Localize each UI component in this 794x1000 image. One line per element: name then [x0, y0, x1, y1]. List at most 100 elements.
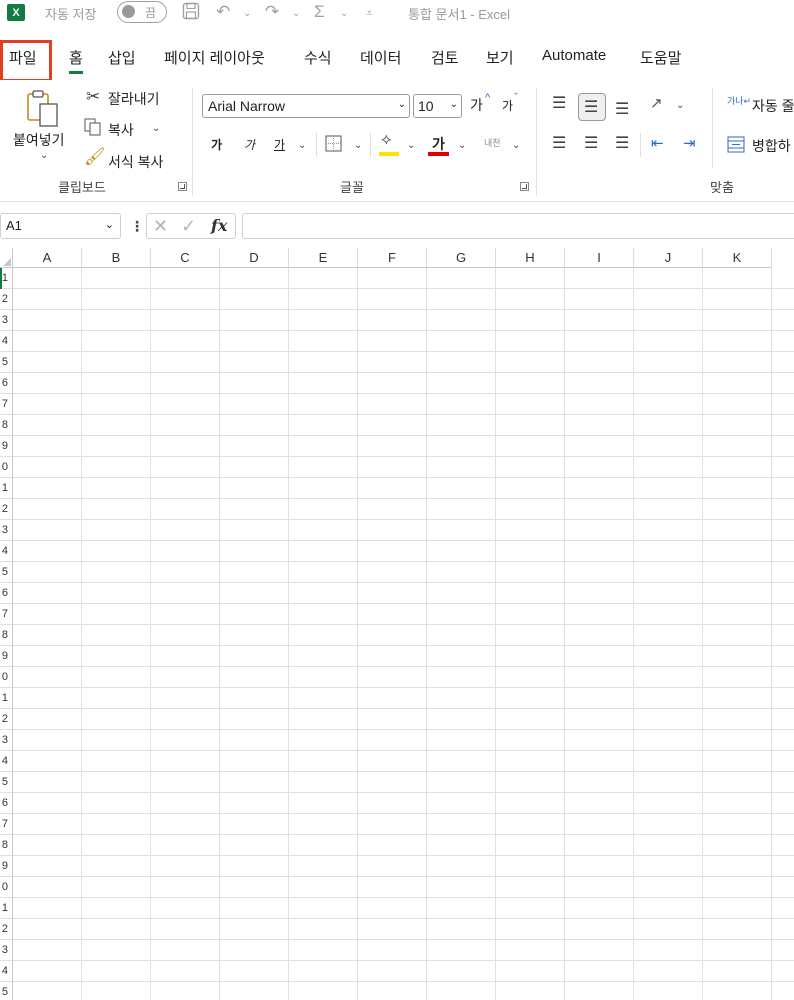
autosum-icon[interactable]: Σ	[314, 2, 325, 22]
tab-data[interactable]: 데이터	[360, 47, 401, 68]
customize-toolbar-icon[interactable]: ⩡	[366, 6, 373, 21]
row-header[interactable]: 5	[0, 352, 13, 373]
font-name-select[interactable]: Arial Narrow ⌄	[202, 94, 410, 118]
phonetic-button[interactable]: 내천	[484, 136, 501, 149]
format-painter-button[interactable]: 서식 복사	[108, 152, 163, 172]
column-header[interactable]: I	[565, 248, 634, 268]
row-header[interactable]: 3	[0, 520, 13, 541]
more-options-icon[interactable]: ⋮	[130, 218, 144, 235]
orientation-icon[interactable]: ↗	[650, 96, 663, 111]
tab-home[interactable]: 홈	[69, 47, 83, 74]
insert-function-button[interactable]: fx	[211, 216, 227, 235]
row-header[interactable]: 0	[0, 457, 13, 478]
copy-dropdown-icon[interactable]: ⌄	[152, 123, 160, 134]
align-bottom-icon[interactable]: ☰	[615, 102, 629, 118]
undo-dropdown-icon[interactable]: ⌄	[243, 8, 251, 19]
scissors-icon[interactable]: ✂	[86, 88, 100, 105]
phonetic-dropdown-icon[interactable]: ⌄	[512, 140, 520, 151]
merge-center-button[interactable]: 병합하	[752, 136, 791, 156]
row-header[interactable]: 6	[0, 793, 13, 814]
cancel-icon[interactable]: ✕	[153, 216, 168, 237]
italic-button[interactable]: 가	[244, 136, 255, 153]
tab-automate[interactable]: Automate	[542, 47, 606, 64]
fill-color-dropdown-icon[interactable]: ⌄	[407, 140, 415, 151]
row-header[interactable]: 8	[0, 625, 13, 646]
column-header[interactable]: A	[13, 248, 82, 268]
name-box[interactable]: A1 ⌄	[0, 213, 121, 239]
row-header[interactable]: 9	[0, 856, 13, 877]
row-header[interactable]: 8	[0, 835, 13, 856]
font-color-dropdown-icon[interactable]: ⌄	[458, 140, 466, 151]
row-header[interactable]: 6	[0, 373, 13, 394]
autosum-dropdown-icon[interactable]: ⌄	[340, 8, 348, 19]
paste-button[interactable]: 붙여넣기	[13, 130, 65, 150]
align-left-icon[interactable]: ☰	[552, 136, 566, 152]
row-header[interactable]: 2	[0, 289, 13, 310]
undo-icon[interactable]: ↶	[216, 2, 230, 22]
row-header[interactable]: 4	[0, 541, 13, 562]
clipboard-launcher-icon[interactable]	[178, 182, 187, 191]
align-right-icon[interactable]: ☰	[615, 136, 629, 152]
row-header[interactable]: 7	[0, 394, 13, 415]
autosave-toggle[interactable]: 끔	[117, 1, 167, 23]
tab-help[interactable]: 도움말	[640, 47, 681, 68]
enter-icon[interactable]: ✓	[181, 216, 196, 237]
row-header[interactable]: 6	[0, 583, 13, 604]
redo-dropdown-icon[interactable]: ⌄	[292, 8, 300, 19]
increase-font-size-button[interactable]: 가	[470, 95, 483, 115]
borders-dropdown-icon[interactable]: ⌄	[354, 140, 362, 151]
tab-page-layout[interactable]: 페이지 레이아웃	[164, 47, 265, 68]
column-header[interactable]: J	[634, 248, 703, 268]
underline-dropdown-icon[interactable]: ⌄	[298, 140, 306, 151]
row-header[interactable]: 2	[0, 919, 13, 940]
row-header[interactable]: 4	[0, 961, 13, 982]
borders-icon[interactable]	[325, 135, 342, 155]
row-header[interactable]: 0	[0, 667, 13, 688]
increase-indent-icon[interactable]: ⇥	[683, 136, 696, 151]
row-header[interactable]: 5	[0, 982, 13, 1000]
row-header[interactable]: 4	[0, 751, 13, 772]
orientation-dropdown-icon[interactable]: ⌄	[676, 100, 684, 111]
paste-icon[interactable]	[24, 88, 64, 128]
column-header[interactable]: B	[82, 248, 151, 268]
row-header[interactable]: 7	[0, 814, 13, 835]
row-header[interactable]: 7	[0, 604, 13, 625]
row-header[interactable]: 5	[0, 562, 13, 583]
format-painter-icon[interactable]: 🖌	[84, 148, 106, 165]
wrap-text-button[interactable]: 자동 줄	[752, 96, 794, 116]
row-header[interactable]: 1	[0, 478, 13, 499]
cut-button[interactable]: 잘라내기	[108, 89, 160, 109]
row-header[interactable]: 3	[0, 940, 13, 961]
column-header[interactable]: C	[151, 248, 220, 268]
redo-icon[interactable]: ↷	[265, 2, 279, 22]
row-header[interactable]: 2	[0, 499, 13, 520]
paste-dropdown-icon[interactable]: ⌄	[40, 150, 48, 161]
copy-icon[interactable]	[84, 118, 102, 139]
decrease-font-size-button[interactable]: 가	[502, 97, 513, 114]
decrease-indent-icon[interactable]: ⇤	[651, 136, 664, 151]
bold-button[interactable]: 가	[211, 136, 222, 153]
font-size-select[interactable]: 10 ⌄	[413, 94, 462, 118]
row-header[interactable]: 9	[0, 646, 13, 667]
align-center-icon[interactable]: ☰	[584, 136, 598, 152]
tab-insert[interactable]: 삽입	[108, 47, 136, 68]
row-header[interactable]: 0	[0, 877, 13, 898]
copy-button[interactable]: 복사	[108, 120, 134, 140]
column-header[interactable]: G	[427, 248, 496, 268]
underline-button[interactable]: 가	[274, 136, 285, 153]
tab-formulas[interactable]: 수식	[304, 47, 332, 68]
wrap-text-icon[interactable]: 가나↵	[727, 94, 751, 107]
row-header[interactable]: 1	[0, 688, 13, 709]
fill-color-icon[interactable]: ⟡	[381, 132, 392, 148]
row-header[interactable]: 1	[0, 898, 13, 919]
row-header[interactable]: 2	[0, 709, 13, 730]
row-header[interactable]: 3	[0, 310, 13, 331]
font-color-button[interactable]: 가	[432, 134, 445, 154]
column-header[interactable]: E	[289, 248, 358, 268]
column-header[interactable]: K	[703, 248, 772, 268]
align-top-icon[interactable]: ☰	[552, 96, 566, 112]
column-header[interactable]: F	[358, 248, 427, 268]
column-header[interactable]: D	[220, 248, 289, 268]
cells-area[interactable]	[13, 268, 794, 1000]
row-header[interactable]: 5	[0, 772, 13, 793]
